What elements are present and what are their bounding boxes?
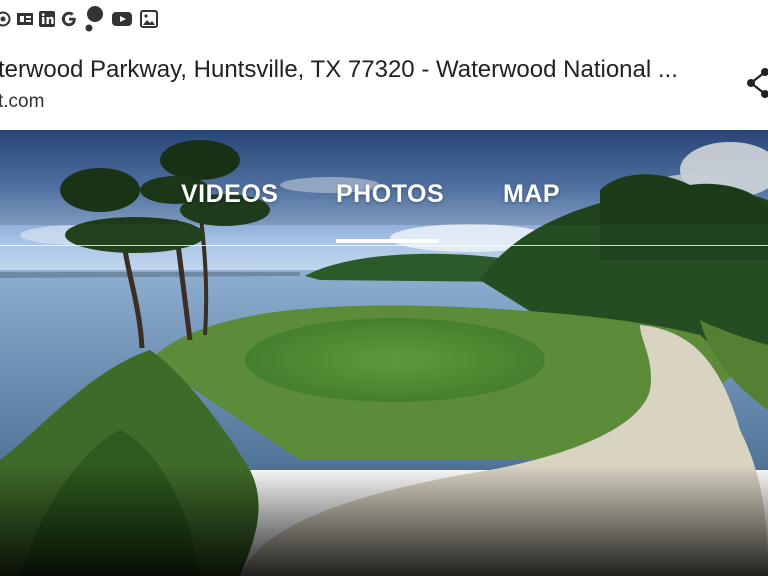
office-icon[interactable]	[16, 10, 34, 28]
result-url[interactable]: t.com	[0, 91, 44, 113]
circle-icon[interactable]	[0, 10, 12, 28]
image-icon[interactable]	[138, 10, 160, 28]
linkedin-icon[interactable]	[38, 10, 56, 28]
tab-map[interactable]: MAP	[503, 180, 560, 209]
source-icon-row	[0, 4, 160, 34]
assistant-icon[interactable]	[82, 4, 106, 34]
tab-videos[interactable]: VIDEOS	[181, 180, 278, 209]
youtube-icon[interactable]	[110, 10, 134, 28]
result-header: terwood Parkway, Huntsville, TX 77320 - …	[0, 0, 768, 130]
google-icon[interactable]	[60, 10, 78, 28]
result-title[interactable]: terwood Parkway, Huntsville, TX 77320 - …	[0, 56, 738, 84]
golf-course-photo[interactable]: VIDEOS PHOTOS MAP	[0, 130, 768, 576]
tab-photos[interactable]: PHOTOS	[336, 180, 444, 209]
active-tab-indicator	[336, 239, 439, 243]
media-tabs: VIDEOS PHOTOS MAP	[0, 150, 768, 246]
share-icon[interactable]	[744, 66, 768, 100]
tab-divider	[0, 245, 768, 246]
